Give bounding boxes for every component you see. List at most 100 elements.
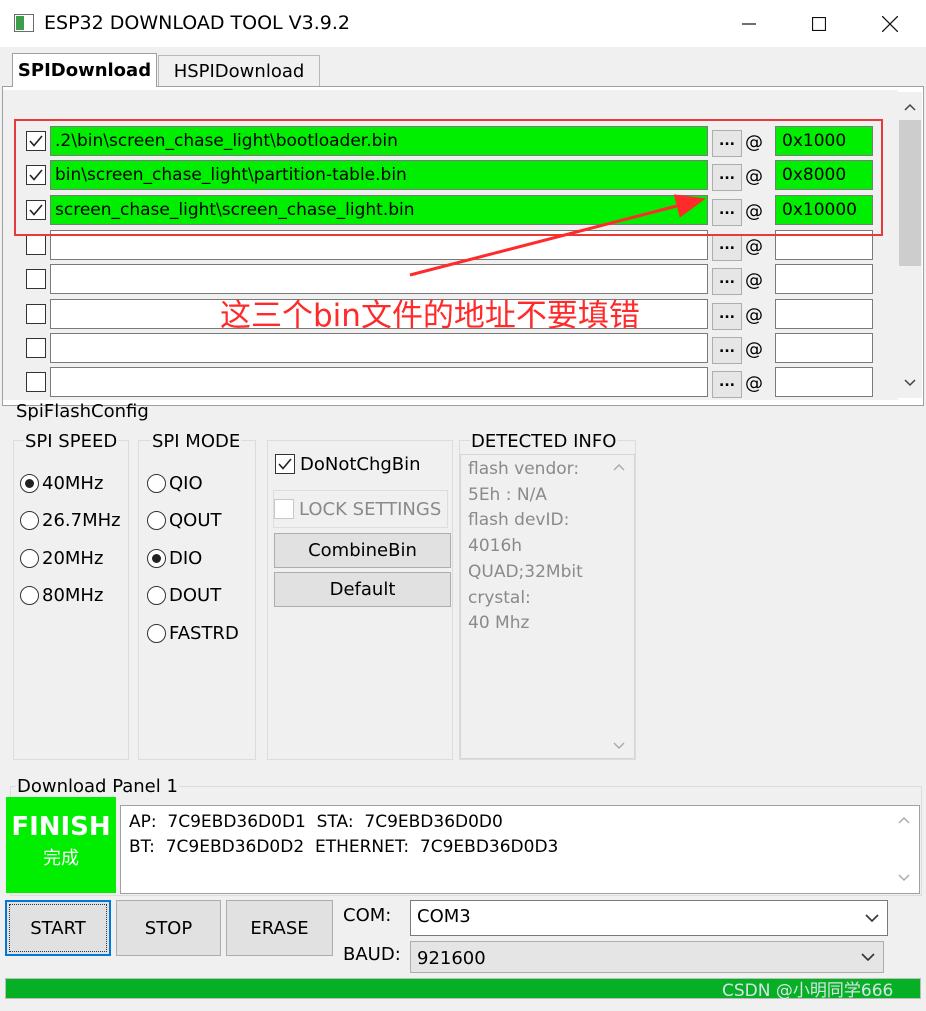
address-input[interactable]: 0x1000 <box>775 126 873 156</box>
info-scroll-up-icon[interactable] <box>610 458 628 476</box>
status-badge: FINISH 完成 <box>6 797 116 893</box>
radio-icon <box>147 510 166 530</box>
mac-info-textbox[interactable]: AP: 7C9EBD36D0D1 STA: 7C9EBD36D0D0 BT: 7… <box>120 805 920 894</box>
combinebin-button[interactable]: CombineBin <box>274 533 451 568</box>
browse-button[interactable]: ... <box>712 337 742 364</box>
annotation-text: 这三个bin文件的地址不要填错 <box>220 298 640 334</box>
com-port-select[interactable]: COM3 <box>410 900 888 936</box>
address-input[interactable] <box>775 333 873 363</box>
radio-selected-icon <box>20 473 39 493</box>
chevron-down-icon <box>865 901 879 935</box>
radio-icon <box>20 548 39 568</box>
default-button[interactable]: Default <box>274 572 451 607</box>
at-label: @ <box>745 236 763 257</box>
file-path-input[interactable] <box>50 230 708 260</box>
radio-80mhz[interactable]: 80MHz <box>20 582 103 608</box>
radio-icon <box>20 585 39 605</box>
file-checkbox[interactable] <box>26 304 46 324</box>
info-scroll-down-icon[interactable] <box>610 737 628 755</box>
address-input[interactable]: 0x8000 <box>775 160 873 190</box>
file-row: ... @ <box>23 229 873 261</box>
window-title: ESP32 DOWNLOAD TOOL V3.9.2 <box>44 12 351 34</box>
watermark-text: CSDN @小明同学666 <box>722 981 894 1001</box>
address-input[interactable]: 0x10000 <box>775 195 873 225</box>
browse-button[interactable]: ... <box>712 371 742 398</box>
scroll-down-arrow-icon[interactable] <box>898 372 922 394</box>
com-label: COM: <box>343 905 392 926</box>
file-path-input[interactable]: screen_chase_light\screen_chase_light.bi… <box>50 195 708 225</box>
scroll-up-arrow-icon[interactable] <box>898 96 922 118</box>
file-checkbox[interactable] <box>26 338 46 358</box>
file-path-input[interactable] <box>50 333 708 363</box>
radio-selected-icon <box>147 548 166 568</box>
title-bar: ESP32 DOWNLOAD TOOL V3.9.2 <box>0 0 926 47</box>
radio-dio[interactable]: DIO <box>147 545 202 571</box>
radio-40mhz[interactable]: 40MHz <box>20 470 103 496</box>
radio-20mhz[interactable]: 20MHz <box>20 545 103 571</box>
radio-icon <box>147 623 166 643</box>
browse-button[interactable]: ... <box>712 164 742 191</box>
radio-icon <box>147 585 166 605</box>
at-label: @ <box>745 305 763 326</box>
browse-button[interactable]: ... <box>712 268 742 295</box>
file-checkbox[interactable] <box>26 269 46 289</box>
browse-button[interactable]: ... <box>712 130 742 157</box>
baud-rate-select[interactable]: 921600 <box>410 941 884 973</box>
file-checkbox[interactable] <box>26 165 46 185</box>
close-icon <box>882 15 898 32</box>
check-icon <box>29 135 43 147</box>
browse-button[interactable]: ... <box>712 303 742 330</box>
minimize-button[interactable] <box>714 0 784 47</box>
close-button[interactable] <box>855 0 925 47</box>
radio-qio[interactable]: QIO <box>147 470 203 496</box>
file-checkbox[interactable] <box>26 372 46 392</box>
radio-icon <box>147 473 166 493</box>
spi-speed-label: SPI SPEED <box>24 431 119 453</box>
address-input[interactable] <box>775 299 873 329</box>
at-label: @ <box>745 132 763 153</box>
file-path-input[interactable] <box>50 367 708 397</box>
maximize-button[interactable] <box>784 0 854 47</box>
mac-scroll-down-icon[interactable] <box>894 868 914 888</box>
address-input[interactable] <box>775 230 873 260</box>
mac-scroll-up-icon[interactable] <box>894 810 914 830</box>
browse-button[interactable]: ... <box>712 199 742 226</box>
at-label: @ <box>745 166 763 187</box>
file-path-input[interactable]: .2\bin\screen_chase_light\bootloader.bin <box>50 126 708 156</box>
maximize-icon <box>812 16 826 31</box>
address-input[interactable] <box>775 264 873 294</box>
check-icon <box>29 169 43 181</box>
at-label: @ <box>745 270 763 291</box>
checkbox-icon <box>275 454 295 474</box>
file-checkbox[interactable] <box>26 131 46 151</box>
at-label: @ <box>745 339 763 360</box>
file-row: ... @ <box>23 366 873 398</box>
radio-qout[interactable]: QOUT <box>147 507 222 533</box>
stop-button[interactable]: STOP <box>116 900 221 956</box>
scroll-thumb[interactable] <box>899 120 921 266</box>
file-row: ... @ <box>23 332 873 364</box>
radio-fastrd[interactable]: FASTRD <box>147 620 239 646</box>
file-list-scrollbar[interactable] <box>898 92 922 398</box>
spi-mode-label: SPI MODE <box>151 431 242 453</box>
tab-hspidownload[interactable]: HSPIDownload <box>158 55 320 86</box>
lock-settings-checkbox[interactable]: LOCK SETTINGS <box>273 490 448 528</box>
address-input[interactable] <box>775 367 873 397</box>
file-checkbox[interactable] <box>26 235 46 255</box>
tab-spidownload[interactable]: SPIDownload <box>12 53 157 87</box>
file-path-input[interactable]: bin\screen_chase_light\partition-table.b… <box>50 160 708 190</box>
checkbox-icon <box>274 499 294 519</box>
baud-label: BAUD: <box>343 944 401 965</box>
file-row: ... @ <box>23 263 873 295</box>
start-button[interactable]: START <box>5 900 111 956</box>
at-label: @ <box>745 373 763 394</box>
browse-button[interactable]: ... <box>712 234 742 261</box>
chevron-down-icon <box>861 942 875 972</box>
file-row: screen_chase_light\screen_chase_light.bi… <box>23 194 873 226</box>
file-checkbox[interactable] <box>26 200 46 220</box>
file-path-input[interactable] <box>50 264 708 294</box>
radio-dout[interactable]: DOUT <box>147 582 221 608</box>
erase-button[interactable]: ERASE <box>226 900 333 956</box>
radio-26-7mhz[interactable]: 26.7MHz <box>20 507 121 533</box>
donotchgbin-checkbox[interactable]: DoNotChgBin <box>275 451 421 477</box>
